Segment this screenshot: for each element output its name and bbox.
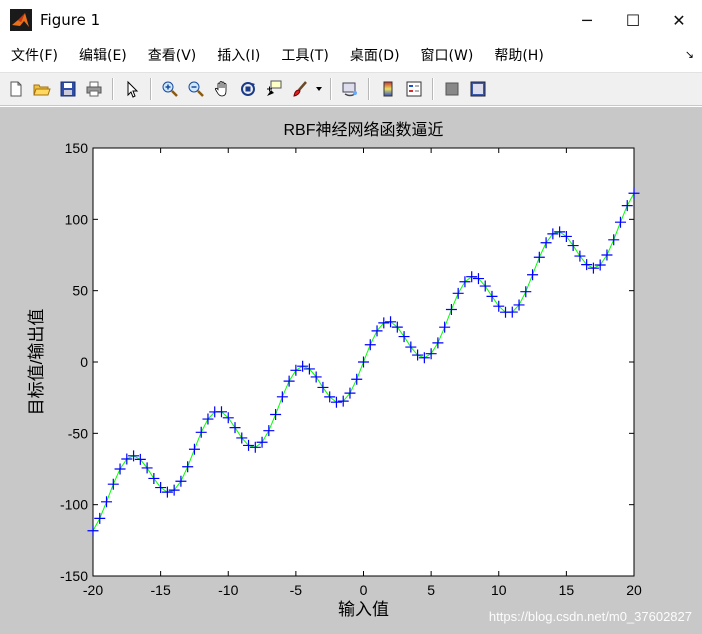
new-figure-icon[interactable] (3, 76, 29, 102)
figure-toolbar (0, 72, 702, 106)
brush-icon[interactable] (287, 76, 313, 102)
menu-desktop[interactable]: 桌面(D) (340, 45, 410, 65)
x-tick-label: 15 (559, 582, 575, 598)
print-icon[interactable] (81, 76, 107, 102)
legend-icon[interactable] (401, 76, 427, 102)
window-controls: ─ ☐ ✕ (564, 0, 702, 40)
x-tick-label: -20 (83, 582, 103, 598)
pan-icon[interactable] (209, 76, 235, 102)
toolbar-separator (432, 78, 434, 100)
x-tick-label: 0 (360, 582, 368, 598)
open-icon[interactable] (29, 76, 55, 102)
chart-title: RBF神经网络函数逼近 (283, 120, 443, 139)
x-tick-label: 20 (626, 582, 642, 598)
matlab-logo-icon (10, 9, 32, 31)
menu-tools[interactable]: 工具(T) (271, 45, 338, 65)
zoom-in-icon[interactable] (157, 76, 183, 102)
menu-window[interactable]: 窗口(W) (411, 45, 484, 65)
zoom-out-icon[interactable] (183, 76, 209, 102)
menubar: 文件(F) 编辑(E) 查看(V) 插入(I) 工具(T) 桌面(D) 窗口(W… (0, 40, 702, 70)
x-tick-label: -5 (290, 582, 303, 598)
colorbar-icon[interactable] (375, 76, 401, 102)
y-tick-label: -150 (60, 568, 88, 584)
maximize-button[interactable]: ☐ (610, 0, 656, 40)
menu-file[interactable]: 文件(F) (1, 45, 68, 65)
toolbar-separator (112, 78, 114, 100)
x-axis-label: 输入值 (338, 600, 389, 619)
y-tick-label: -50 (68, 425, 88, 441)
figure-canvas: -20 -15 -10 -5 0 5 10 15 20 -150 -100 -50 0 50 100 150 … (0, 107, 702, 634)
menubar-overflow-icon[interactable]: ↘ (685, 48, 694, 61)
x-tick-label: 5 (427, 582, 435, 598)
y-tick-label: 150 (65, 140, 89, 156)
show-plot-tools-icon[interactable] (465, 76, 491, 102)
watermark-text: https://blog.csdn.net/m0_37602827 (488, 609, 692, 624)
data-cursor-icon[interactable] (261, 76, 287, 102)
save-icon[interactable] (55, 76, 81, 102)
menu-insert[interactable]: 插入(I) (207, 45, 270, 65)
y-tick-label: 100 (65, 211, 89, 227)
window-titlebar: Figure 1 ─ ☐ ✕ (0, 0, 702, 40)
link-plot-icon[interactable] (337, 76, 363, 102)
pointer-icon[interactable] (119, 76, 145, 102)
toolbar-separator (330, 78, 332, 100)
y-axis-label: 目标值/输出值 (27, 309, 46, 416)
plot-svg[interactable]: -20 -15 -10 -5 0 5 10 15 20-150-100-50050100150 … (0, 107, 702, 634)
y-tick-label: 50 (72, 283, 88, 299)
x-tick-label: 10 (491, 582, 507, 598)
x-tick-label: -10 (218, 582, 238, 598)
brush-dropdown-icon[interactable] (313, 76, 325, 102)
window-title: Figure 1 (40, 11, 101, 29)
toolbar-separator (368, 78, 370, 100)
y-tick-label: 0 (80, 354, 88, 370)
x-tick-label: -15 (151, 582, 171, 598)
menu-help[interactable]: 帮助(H) (484, 45, 553, 65)
menu-edit[interactable]: 编辑(E) (69, 45, 137, 65)
minimize-button[interactable]: ─ (564, 0, 610, 40)
toolbar-separator (150, 78, 152, 100)
y-tick-label: -100 (60, 497, 88, 513)
rotate-3d-icon[interactable] (235, 76, 261, 102)
hide-plot-tools-icon[interactable] (439, 76, 465, 102)
close-button[interactable]: ✕ (656, 0, 702, 40)
menu-view[interactable]: 查看(V) (138, 45, 207, 65)
